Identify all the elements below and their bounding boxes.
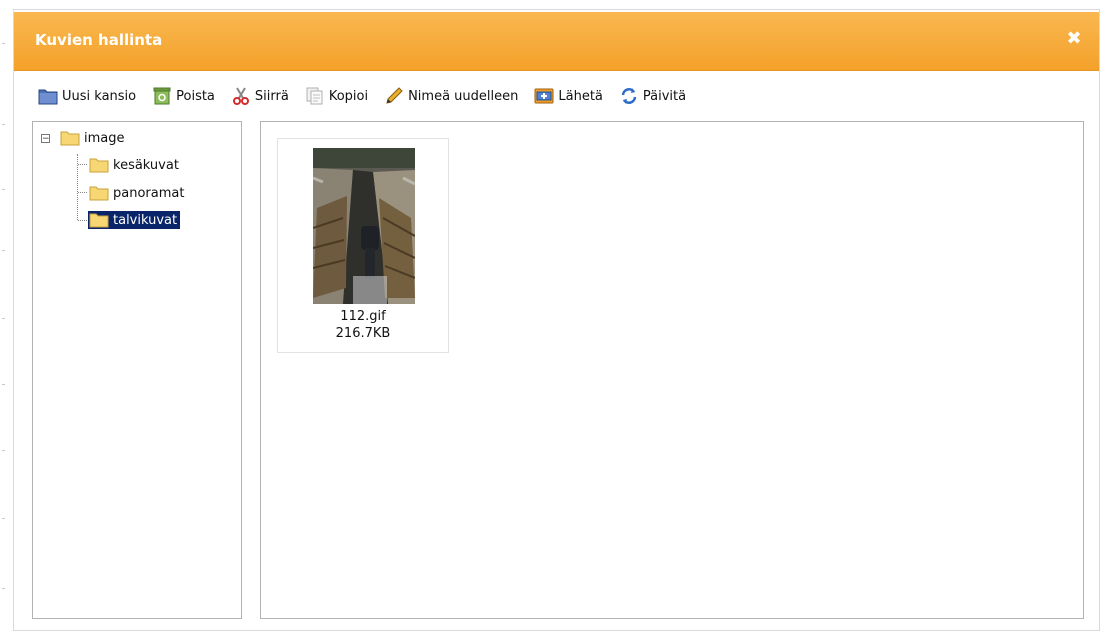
folder-tree: − image kesäkuvat panoramat talvikuvat — [32, 121, 242, 619]
copy-label: Kopioi — [328, 88, 369, 104]
toolbar: Uusi kansio Poista Siirrä Kopioi Nimeä u… — [38, 84, 702, 108]
upload-button[interactable]: Lähetä — [534, 86, 603, 106]
new-folder-label: Uusi kansio — [62, 88, 137, 104]
edge-ticks — [0, 0, 6, 633]
upload-label: Lähetä — [558, 88, 603, 104]
file-list: 112.gif 216.7KB — [260, 121, 1084, 619]
new-folder-button[interactable]: Uusi kansio — [38, 86, 136, 106]
image-manager-dialog: Kuvien hallinta ✖ Uusi kansio Poista Sii… — [13, 9, 1100, 631]
tree-item-kesakuvat[interactable]: kesäkuvat — [88, 155, 182, 175]
folder-icon — [89, 213, 109, 228]
folder-icon — [89, 186, 109, 201]
file-item[interactable]: 112.gif 216.7KB — [277, 138, 449, 353]
refresh-label: Päivitä — [642, 88, 687, 104]
new-folder-icon — [38, 86, 58, 106]
refresh-icon — [619, 86, 639, 106]
file-name: 112.gif — [340, 309, 386, 324]
tree-item-label: image — [84, 130, 125, 146]
tree-item-label: kesäkuvat — [113, 157, 179, 173]
delete-button[interactable]: Poista — [152, 86, 215, 106]
upload-icon — [534, 86, 554, 106]
close-icon: ✖ — [1066, 28, 1082, 49]
move-label: Siirrä — [254, 88, 289, 104]
tree-item-talvikuvat[interactable]: talvikuvat — [88, 210, 181, 230]
dialog-title: Kuvien hallinta — [35, 31, 163, 49]
collapse-toggle[interactable]: − — [41, 133, 50, 143]
folder-icon — [89, 158, 109, 173]
copy-icon — [305, 86, 325, 106]
delete-label: Poista — [176, 88, 215, 104]
tree-item-label: talvikuvat — [113, 212, 178, 228]
file-thumbnail — [313, 148, 415, 304]
folder-icon — [60, 131, 80, 146]
trash-icon — [152, 86, 172, 106]
rename-button[interactable]: Nimeä uudelleen — [384, 86, 518, 106]
tree-item-label: panoramat — [113, 185, 185, 201]
move-button[interactable]: Siirrä — [231, 86, 289, 106]
scissors-icon — [231, 86, 251, 106]
file-size: 216.7KB — [335, 326, 391, 341]
refresh-button[interactable]: Päivitä — [619, 86, 686, 106]
copy-button[interactable]: Kopioi — [305, 86, 368, 106]
tree-item-panoramat[interactable]: panoramat — [88, 183, 187, 203]
rename-label: Nimeä uudelleen — [408, 88, 519, 104]
close-button[interactable]: ✖ — [1065, 30, 1083, 48]
dialog-titlebar[interactable]: Kuvien hallinta ✖ — [14, 12, 1099, 71]
pencil-icon — [384, 86, 404, 106]
tree-item-image[interactable]: − image — [41, 128, 128, 148]
